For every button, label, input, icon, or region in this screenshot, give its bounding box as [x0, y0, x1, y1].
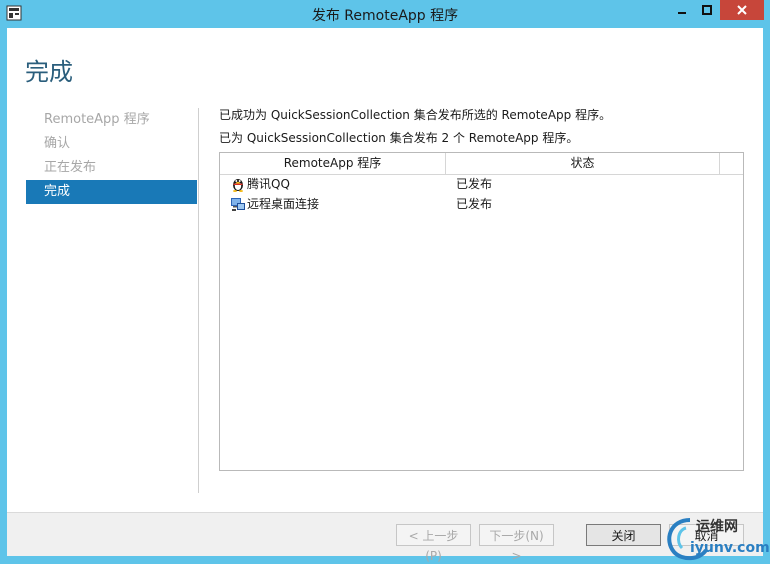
- table-row[interactable]: 腾讯QQ 已发布: [220, 174, 743, 194]
- maximize-icon: [702, 5, 712, 15]
- program-name: 远程桌面连接: [247, 197, 320, 211]
- previous-button[interactable]: < 上一步(P): [396, 524, 471, 563]
- table-header: RemoteApp 程序 状态: [220, 153, 743, 175]
- success-message: 已成功为 QuickSessionCollection 集合发布所选的 Remo…: [219, 108, 612, 122]
- qq-penguin-icon: [233, 179, 243, 192]
- window: 发布 RemoteApp 程序 完成 RemoteApp 程序 确认 正在发布 …: [0, 0, 770, 564]
- program-name: 腾讯QQ: [247, 177, 290, 191]
- wizard-footer: < 上一步(P) 下一步(N) > 关闭 取消: [7, 512, 763, 563]
- column-header-status[interactable]: 状态: [446, 153, 720, 174]
- minimize-button[interactable]: [670, 0, 694, 20]
- nav-item-publishing: 正在发布: [44, 160, 97, 175]
- watermark-text-top: 运维网: [696, 519, 738, 535]
- watermark-logo: 运维网 iyunv.com: [660, 514, 770, 564]
- nav-item-complete[interactable]: 完成: [26, 180, 197, 204]
- next-button[interactable]: 下一步(N) >: [479, 524, 554, 563]
- nav-divider: [198, 108, 199, 493]
- maximize-button[interactable]: [695, 0, 719, 20]
- column-header-program[interactable]: RemoteApp 程序: [220, 153, 446, 174]
- summary-message: 已为 QuickSessionCollection 集合发布 2 个 Remot…: [219, 131, 579, 145]
- title-bar[interactable]: 发布 RemoteApp 程序: [0, 0, 770, 28]
- watermark-text-bottom: iyunv.com: [690, 540, 770, 556]
- results-table: RemoteApp 程序 状态 腾讯QQ 已发布 远程桌面连接 已发布: [219, 152, 744, 471]
- close-icon: [737, 5, 747, 15]
- close-button[interactable]: 关闭: [586, 524, 661, 546]
- program-status: 已发布: [456, 177, 493, 191]
- table-row[interactable]: 远程桌面连接 已发布: [220, 194, 743, 214]
- nav-item-remoteapp: RemoteApp 程序: [44, 112, 150, 127]
- remote-desktop-icon: [231, 198, 245, 211]
- column-header-spacer: [720, 153, 744, 174]
- page-title: 完成: [25, 58, 73, 86]
- window-title: 发布 RemoteApp 程序: [311, 8, 459, 24]
- close-window-button[interactable]: [720, 0, 764, 20]
- wizard-body: 完成 RemoteApp 程序 确认 正在发布 完成 已成功为 QuickSes…: [7, 28, 763, 563]
- nav-item-confirm: 确认: [44, 136, 71, 151]
- minimize-icon: [678, 12, 686, 14]
- wizard-nav: RemoteApp 程序 确认 正在发布 完成: [26, 108, 197, 204]
- program-status: 已发布: [456, 197, 493, 211]
